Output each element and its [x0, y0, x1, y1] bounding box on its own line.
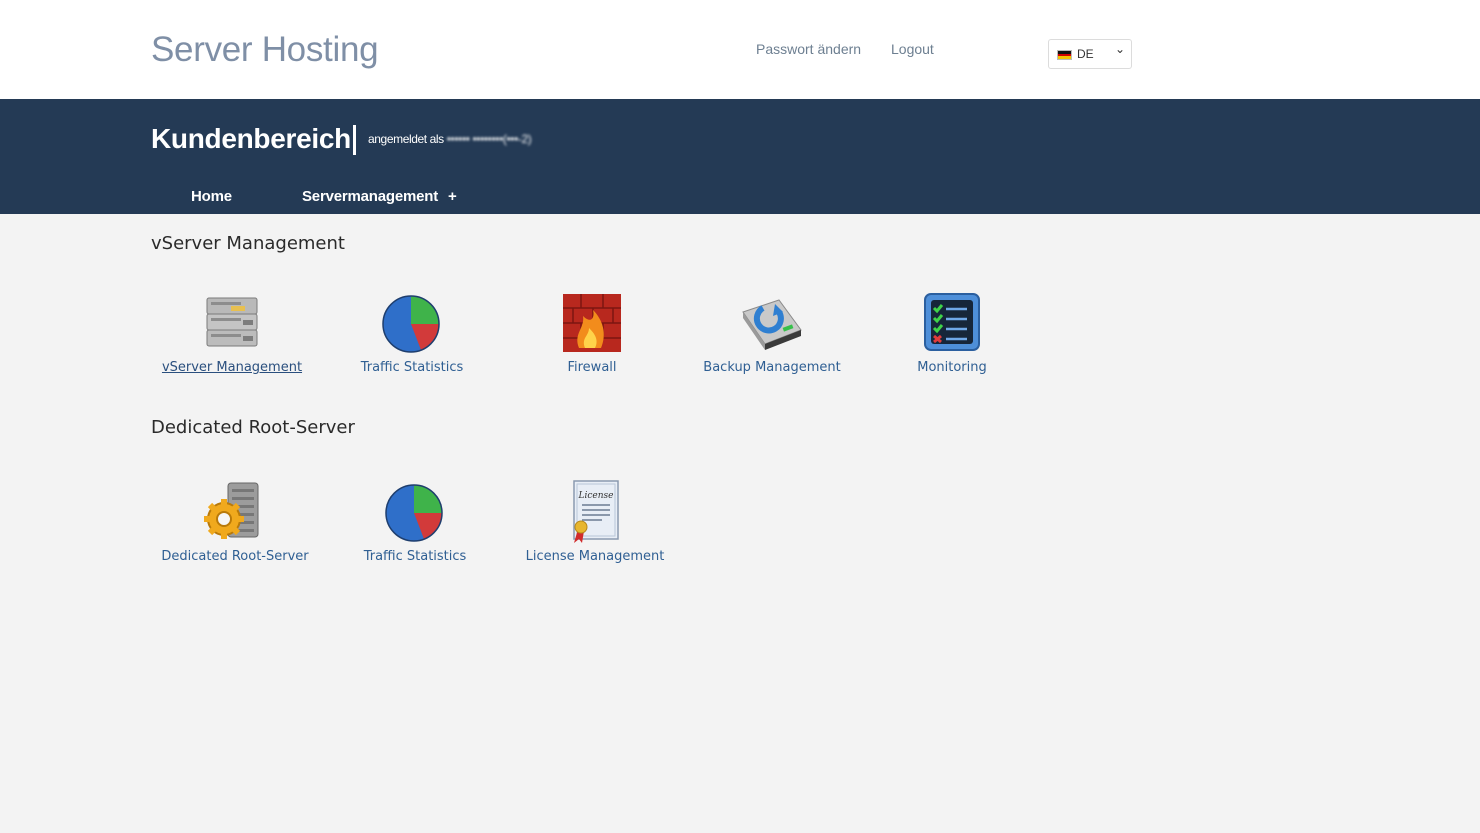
monitoring-checklist-icon — [924, 293, 980, 351]
license-icon-text: License — [578, 491, 614, 501]
language-select[interactable]: DE ⌄ — [1048, 39, 1132, 69]
license-certificate-icon: License — [573, 480, 619, 543]
server-stack-icon — [206, 297, 258, 347]
pie-chart-icon — [385, 484, 443, 542]
chevron-down-icon: ⌄ — [1115, 42, 1126, 56]
server-gear-icon — [204, 482, 259, 539]
tile-label: Traffic Statistics — [360, 360, 464, 375]
language-code: DE — [1077, 47, 1094, 61]
logout-link[interactable]: Logout — [891, 41, 934, 57]
nav-servermanagement-label: Servermanagement — [302, 188, 439, 205]
tile-label: Dedicated Root-Server — [161, 549, 309, 564]
section-title-vserver: vServer Management — [151, 233, 345, 254]
change-password-link[interactable]: Passwort ändern — [756, 41, 861, 57]
firewall-icon — [563, 294, 621, 352]
logged-in-info: angemeldet als •••••• ••••••••(•••-2) — [368, 132, 532, 146]
title-separator — [353, 125, 356, 155]
pie-chart-icon — [382, 295, 440, 353]
customer-area-band: Kundenbereich angemeldet als •••••• ••••… — [0, 99, 1480, 214]
tile-label: vServer Management — [161, 360, 303, 375]
backup-drive-icon — [742, 299, 802, 350]
logged-in-user: •••••• ••••••••(•••-2) — [446, 132, 532, 146]
plus-icon: + — [448, 188, 457, 205]
tile-label: Backup Management — [703, 360, 841, 375]
brand-title: Server Hosting — [151, 30, 379, 69]
nav-home[interactable]: Home — [191, 188, 232, 205]
logged-in-prefix: angemeldet als — [368, 132, 444, 146]
tile-label: Monitoring — [917, 360, 987, 375]
top-header: Server Hosting Passwort ändern Logout DE… — [0, 0, 1480, 99]
area-title: Kundenbereich — [151, 123, 351, 154]
section-title-dedicated: Dedicated Root-Server — [151, 417, 355, 438]
nav-home-label: Home — [191, 188, 232, 205]
germany-flag-icon — [1057, 50, 1072, 60]
tile-label: License Management — [525, 549, 665, 564]
nav-servermanagement[interactable]: Servermanagement + — [302, 188, 457, 205]
tile-label: Traffic Statistics — [363, 549, 467, 564]
tile-label: Firewall — [567, 360, 617, 375]
